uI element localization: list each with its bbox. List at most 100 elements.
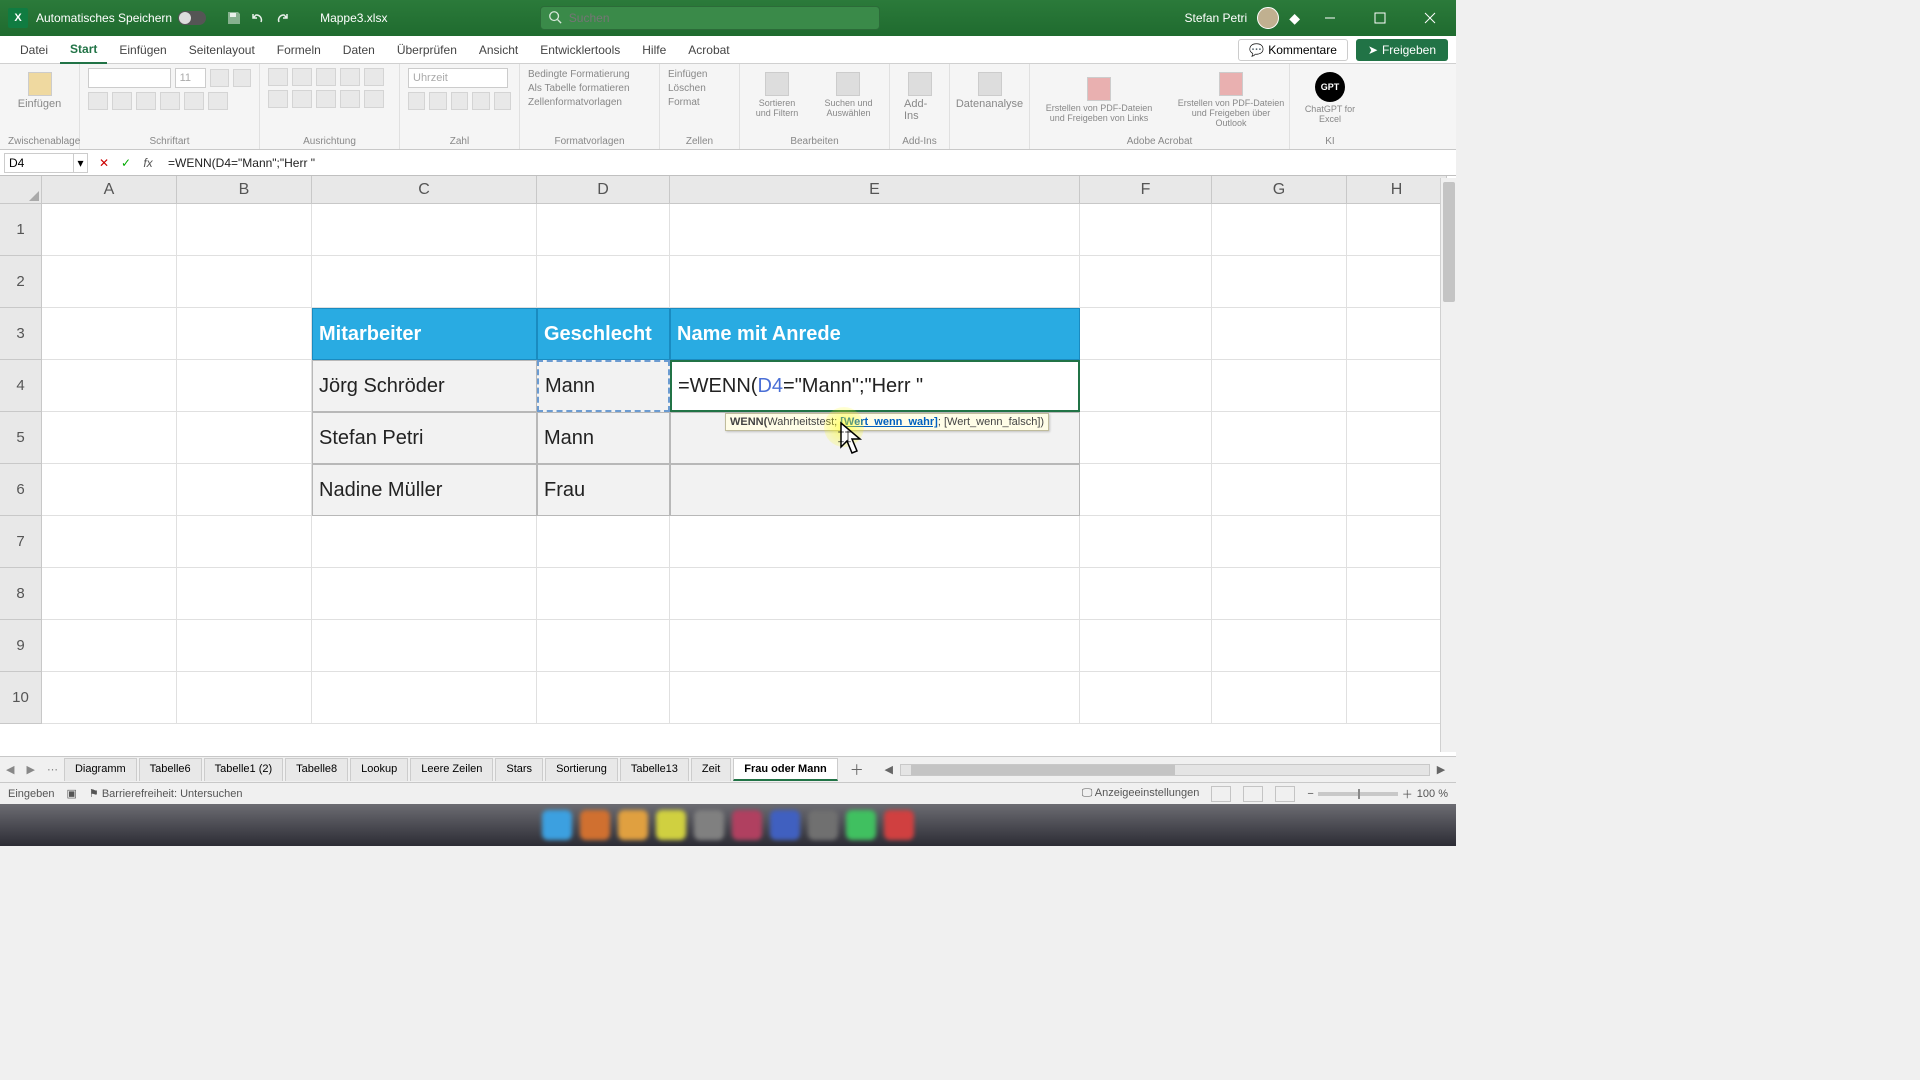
autosave-toggle[interactable]: Automatisches Speichern: [36, 11, 206, 25]
cell-G8[interactable]: [1212, 568, 1347, 620]
tab-datei[interactable]: Datei: [10, 37, 58, 63]
cell-C9[interactable]: [312, 620, 537, 672]
scroll-right-icon[interactable]: ▶: [1434, 763, 1448, 777]
tab-start[interactable]: Start: [60, 36, 107, 64]
sheet-tab[interactable]: Sortierung: [545, 758, 618, 781]
diamond-icon[interactable]: ◆: [1289, 10, 1300, 27]
cell-E10[interactable]: [670, 672, 1080, 724]
tab-entwicklertools[interactable]: Entwicklertools: [530, 37, 630, 63]
numberformat-combo[interactable]: Uhrzeit: [408, 68, 508, 88]
italic-icon[interactable]: [112, 92, 132, 110]
cell-F4[interactable]: [1080, 360, 1212, 412]
taskbar-app-icon[interactable]: [808, 810, 838, 840]
tab-daten[interactable]: Daten: [333, 37, 385, 63]
taskbar-app-icon[interactable]: [694, 810, 724, 840]
cell-C2[interactable]: [312, 256, 537, 308]
avatar[interactable]: [1257, 7, 1279, 29]
col-header-H[interactable]: H: [1347, 176, 1447, 204]
cond-format-button[interactable]: Bedingte Formatierung: [528, 68, 651, 82]
sheet-tab[interactable]: Diagramm: [64, 758, 137, 781]
fontcolor-icon[interactable]: [208, 92, 228, 110]
worksheet-grid[interactable]: ABCDEFGH 12345678910 MitarbeiterGeschlec…: [0, 176, 1456, 756]
col-header-E[interactable]: E: [670, 176, 1080, 204]
cell-G7[interactable]: [1212, 516, 1347, 568]
row-header-1[interactable]: 1: [0, 204, 42, 256]
vertical-scrollbar[interactable]: [1440, 178, 1456, 752]
cell-D6[interactable]: Frau: [537, 464, 670, 516]
minimize-button[interactable]: [1310, 0, 1350, 36]
cell-A6[interactable]: [42, 464, 177, 516]
currency-icon[interactable]: [408, 92, 425, 110]
cell-A9[interactable]: [42, 620, 177, 672]
tab-ansicht[interactable]: Ansicht: [469, 37, 528, 63]
insert-cells-button[interactable]: Einfügen: [668, 68, 731, 82]
cancel-icon[interactable]: ✕: [94, 153, 114, 173]
maximize-button[interactable]: [1360, 0, 1400, 36]
sheet-tab[interactable]: Tabelle8: [285, 758, 348, 781]
taskbar-app-icon[interactable]: [846, 810, 876, 840]
taskbar-app-icon[interactable]: [656, 810, 686, 840]
undo-icon[interactable]: [250, 10, 266, 26]
cell-B3[interactable]: [177, 308, 312, 360]
cell-B2[interactable]: [177, 256, 312, 308]
border-icon[interactable]: [160, 92, 180, 110]
row-header-4[interactable]: 4: [0, 360, 42, 412]
formula-input[interactable]: =WENN(D4="Mann";"Herr ": [164, 156, 1456, 170]
select-all-corner[interactable]: [0, 176, 42, 204]
sort-filter-button[interactable]: Sortieren und Filtern: [748, 68, 806, 122]
tab-einfuegen[interactable]: Einfügen: [109, 37, 176, 63]
cell-B1[interactable]: [177, 204, 312, 256]
align-mid-icon[interactable]: [292, 68, 312, 86]
sheet-tab[interactable]: Tabelle1 (2): [204, 758, 283, 781]
tooltip-arg3[interactable]: [Wert_wenn_falsch]: [944, 416, 1040, 428]
taskbar-app-icon[interactable]: [580, 810, 610, 840]
cell-D3[interactable]: Geschlecht: [537, 308, 670, 360]
fx-icon[interactable]: fx: [138, 153, 158, 173]
function-tooltip[interactable]: WENN(Wahrheitstest; [Wert_wenn_wahr]; [W…: [725, 413, 1049, 431]
fill-icon[interactable]: [184, 92, 204, 110]
cell-B5[interactable]: [177, 412, 312, 464]
cell-H3[interactable]: [1347, 308, 1447, 360]
cell-D10[interactable]: [537, 672, 670, 724]
align-left-icon[interactable]: [268, 90, 288, 108]
cell-C8[interactable]: [312, 568, 537, 620]
cell-E1[interactable]: [670, 204, 1080, 256]
cell-A5[interactable]: [42, 412, 177, 464]
cell-C10[interactable]: [312, 672, 537, 724]
row-header-5[interactable]: 5: [0, 412, 42, 464]
username[interactable]: Stefan Petri: [1184, 11, 1247, 25]
tooltip-arg2[interactable]: [Wert_wenn_wahr]: [840, 416, 938, 428]
cell-D4[interactable]: Mann: [537, 360, 670, 412]
tab-acrobat[interactable]: Acrobat: [678, 37, 739, 63]
cell-B9[interactable]: [177, 620, 312, 672]
name-box[interactable]: D4: [4, 153, 74, 173]
row-header-9[interactable]: 9: [0, 620, 42, 672]
indent-dec-icon[interactable]: [340, 90, 360, 108]
normal-view-icon[interactable]: [1211, 786, 1231, 802]
cell-E7[interactable]: [670, 516, 1080, 568]
sheet-tab[interactable]: Tabelle6: [139, 758, 202, 781]
cell-A8[interactable]: [42, 568, 177, 620]
tab-formeln[interactable]: Formeln: [267, 37, 331, 63]
cell-A10[interactable]: [42, 672, 177, 724]
cell-E6[interactable]: [670, 464, 1080, 516]
sheet-nav-more-icon[interactable]: ⋯: [41, 763, 64, 776]
cell-H8[interactable]: [1347, 568, 1447, 620]
save-icon[interactable]: [226, 10, 242, 26]
delete-cells-button[interactable]: Löschen: [668, 82, 731, 96]
bold-icon[interactable]: [88, 92, 108, 110]
row-header-7[interactable]: 7: [0, 516, 42, 568]
cell-C3[interactable]: Mitarbeiter: [312, 308, 537, 360]
cell-B7[interactable]: [177, 516, 312, 568]
confirm-icon[interactable]: ✓: [116, 153, 136, 173]
paste-button[interactable]: Einfügen: [8, 68, 71, 114]
cell-A7[interactable]: [42, 516, 177, 568]
redo-icon[interactable]: [274, 10, 290, 26]
cell-H4[interactable]: [1347, 360, 1447, 412]
taskbar-app-icon[interactable]: [770, 810, 800, 840]
thousand-icon[interactable]: [451, 92, 468, 110]
horizontal-scrollbar[interactable]: ◀ ▶: [882, 763, 1448, 777]
cell-F1[interactable]: [1080, 204, 1212, 256]
fontsize-combo[interactable]: 11: [175, 68, 207, 88]
addins-button[interactable]: Add-Ins: [898, 68, 941, 126]
